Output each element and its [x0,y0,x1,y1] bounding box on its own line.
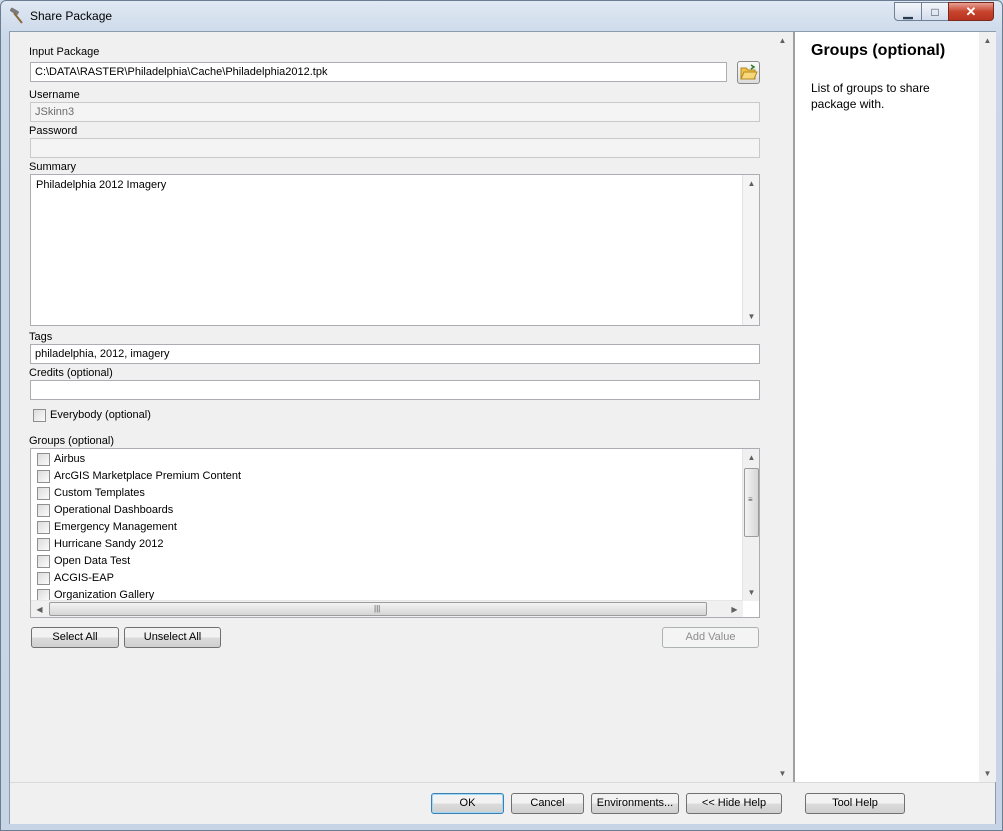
scroll-down-icon[interactable]: ▼ [743,584,759,601]
dialog-button-bar: OK Cancel Environments... << Hide Help T… [10,782,995,824]
maximize-button[interactable]: □ [921,2,949,21]
help-text: List of groups to share package with. [811,81,930,111]
browse-button[interactable] [737,61,760,84]
groups-vertical-scrollbar[interactable]: ▲ ≡ ▼ [742,449,759,601]
username-field[interactable]: JSkinn3 [30,102,760,122]
scroll-up-icon[interactable]: ▲ [979,32,996,49]
dialog-client-area: Input Package C:\DATA\RASTER\Philadelphi… [9,31,996,824]
scroll-thumb[interactable]: ||| [49,602,707,616]
group-checkbox[interactable] [37,538,50,551]
help-pane: Groups (optional) List of groups to shar… [793,32,979,782]
summary-scrollbar[interactable]: ▲ ▼ [742,175,759,325]
scroll-down-icon[interactable]: ▼ [743,308,760,325]
scroll-up-icon[interactable]: ▲ [743,449,759,466]
help-title: Groups (optional) [811,42,946,59]
summary-label: Summary [29,161,77,173]
parameters-form: Input Package C:\DATA\RASTER\Philadelphi… [10,32,774,782]
scroll-thumb[interactable]: ≡ [744,468,759,537]
unselect-all-button[interactable]: Unselect All [124,627,221,648]
close-icon: ✕ [965,4,977,19]
everybody-checkbox[interactable] [33,409,46,422]
group-checkbox[interactable] [37,521,50,534]
title-bar[interactable]: Share Package ▁ □ ✕ [1,1,1002,31]
group-label: Custom Templates [54,487,145,499]
scroll-left-icon[interactable]: ◀ [31,601,48,617]
scroll-right-icon[interactable]: ▶ [726,601,743,617]
folder-open-icon [740,64,758,80]
scroll-down-icon[interactable]: ▼ [774,765,791,782]
maximize-icon: □ [931,5,939,19]
group-checkbox[interactable] [37,572,50,585]
password-field[interactable] [30,138,760,158]
scroll-up-icon[interactable]: ▲ [774,32,791,49]
ok-button[interactable]: OK [431,793,504,814]
environments-button[interactable]: Environments... [591,793,679,814]
cancel-button[interactable]: Cancel [511,793,584,814]
tags-label: Tags [29,331,53,343]
scroll-down-icon[interactable]: ▼ [979,765,996,782]
help-vertical-scrollbar[interactable]: ▲ ▼ [979,32,996,782]
groups-listbox[interactable]: Airbus ArcGIS Marketplace Premium Conten… [30,448,760,618]
group-label: Airbus [54,453,86,465]
everybody-checkbox-row[interactable]: Everybody (optional) [33,407,233,424]
username-label: Username [29,89,80,101]
groups-horizontal-scrollbar[interactable]: ◀ ||| ▶ [31,600,743,617]
group-checkbox[interactable] [37,470,50,483]
credits-label: Credits (optional) [29,367,113,379]
input-package-label: Input Package [29,46,100,58]
group-checkbox[interactable] [37,453,50,466]
minimize-icon: ▁ [903,5,913,19]
close-button[interactable]: ✕ [948,2,994,21]
window-title: Share Package [30,9,113,23]
share-package-window: Share Package ▁ □ ✕ Input Package C:\DAT… [0,0,1003,831]
scroll-up-icon[interactable]: ▲ [743,175,760,192]
credits-field[interactable] [30,380,760,400]
password-label: Password [29,125,78,137]
tags-field[interactable]: philadelphia, 2012, imagery [30,344,760,364]
group-label: ACGIS-EAP [54,572,114,584]
input-package-field[interactable]: C:\DATA\RASTER\Philadelphia\Cache\Philad… [30,62,727,82]
group-label: Hurricane Sandy 2012 [54,538,164,550]
group-checkbox[interactable] [37,504,50,517]
minimize-button[interactable]: ▁ [894,2,922,21]
select-all-button[interactable]: Select All [31,627,119,648]
group-checkbox[interactable] [37,555,50,568]
everybody-label: Everybody (optional) [50,409,151,421]
summary-textarea[interactable]: Philadelphia 2012 Imagery ▲ ▼ [30,174,760,326]
add-value-button[interactable]: Add Value [662,627,759,648]
summary-text: Philadelphia 2012 Imagery [36,179,167,191]
form-vertical-scrollbar[interactable]: ▲ ▼ [774,32,791,782]
group-label: Emergency Management [54,521,177,533]
group-label: Open Data Test [54,555,131,567]
hammer-icon [9,7,23,24]
hide-help-button[interactable]: << Hide Help [686,793,782,814]
group-label: ArcGIS Marketplace Premium Content [54,470,242,482]
group-label: Operational Dashboards [54,504,174,516]
tool-help-button[interactable]: Tool Help [805,793,905,814]
groups-label: Groups (optional) [29,435,114,447]
group-checkbox[interactable] [37,487,50,500]
